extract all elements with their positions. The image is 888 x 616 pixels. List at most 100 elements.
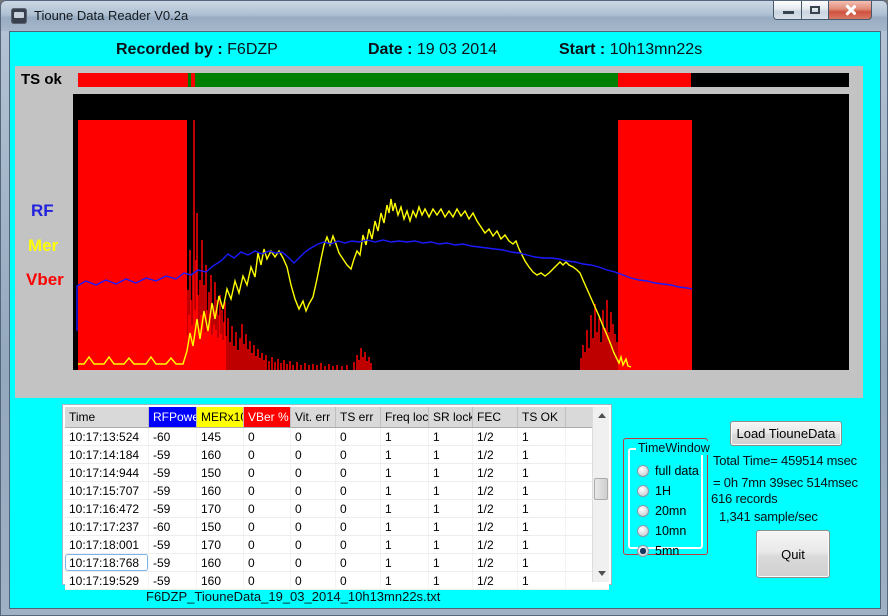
table-cell[interactable]: 1 <box>429 482 473 499</box>
table-cell[interactable]: 0 <box>291 464 336 481</box>
table-cell[interactable]: 10:17:19:529 <box>65 572 149 589</box>
table-cell[interactable]: 1 <box>518 464 566 481</box>
scroll-down-button[interactable] <box>593 565 610 582</box>
close-button[interactable] <box>829 1 872 20</box>
timewindow-option-5mn[interactable]: 5mn <box>637 541 679 561</box>
table-cell[interactable]: 145 <box>197 428 244 445</box>
table-cell[interactable]: 10:17:15:707 <box>65 482 149 499</box>
table-cell[interactable]: 0 <box>291 446 336 463</box>
table-cell[interactable]: -59 <box>149 500 197 517</box>
radio-icon[interactable] <box>637 465 649 477</box>
table-cell[interactable]: 1 <box>518 536 566 553</box>
minimize-button[interactable] <box>773 1 802 20</box>
table-row[interactable]: 10:17:19:529-59160000111/21 <box>65 572 609 590</box>
table-cell[interactable]: -59 <box>149 464 197 481</box>
table-cell[interactable]: 0 <box>244 446 291 463</box>
table-cell[interactable]: 1 <box>518 554 566 571</box>
table-cell[interactable]: 1 <box>381 500 429 517</box>
table-cell[interactable]: 1 <box>518 482 566 499</box>
table-cell[interactable]: 0 <box>336 554 381 571</box>
timewindow-option-full-data[interactable]: full data <box>637 461 699 481</box>
table-cell[interactable]: 1 <box>381 536 429 553</box>
table-cell[interactable]: -59 <box>149 446 197 463</box>
table-cell[interactable]: 1/2 <box>473 536 518 553</box>
table-cell[interactable]: 1 <box>381 446 429 463</box>
table-cell[interactable]: 1 <box>518 428 566 445</box>
quit-button[interactable]: Quit <box>756 530 830 578</box>
table-cell[interactable]: 1 <box>429 572 473 589</box>
table-scrollbar[interactable] <box>592 407 609 582</box>
table-cell[interactable]: 0 <box>291 428 336 445</box>
timewindow-option-1h[interactable]: 1H <box>637 481 671 501</box>
table-cell[interactable]: 0 <box>244 464 291 481</box>
table-row[interactable]: 10:17:18:001-59170000111/21 <box>65 536 609 554</box>
table-cell[interactable]: 150 <box>197 464 244 481</box>
table-cell[interactable]: 0 <box>336 518 381 535</box>
table-cell[interactable]: 1 <box>429 428 473 445</box>
radio-icon[interactable] <box>637 505 649 517</box>
table-cell[interactable]: 1/2 <box>473 554 518 571</box>
table-cell[interactable]: 0 <box>336 500 381 517</box>
load-tiounedata-button[interactable]: Load TiouneData <box>730 421 842 446</box>
table-cell[interactable]: 1 <box>381 428 429 445</box>
timewindow-option-20mn[interactable]: 20mn <box>637 501 686 521</box>
table-cell[interactable]: 10:17:18:768 <box>65 554 149 571</box>
table-cell[interactable]: 1 <box>381 482 429 499</box>
table-cell[interactable]: 1 <box>429 518 473 535</box>
table-cell[interactable]: 160 <box>197 482 244 499</box>
table-cell[interactable]: 1 <box>518 500 566 517</box>
table-row[interactable]: 10:17:14:184-59160000111/21 <box>65 446 609 464</box>
table-cell[interactable]: 0 <box>244 518 291 535</box>
table-cell[interactable]: 0 <box>244 554 291 571</box>
table-cell[interactable]: 10:17:16:472 <box>65 500 149 517</box>
table-cell[interactable]: 1 <box>381 518 429 535</box>
table-cell[interactable]: 1 <box>429 536 473 553</box>
table-cell[interactable]: 10:17:17:237 <box>65 518 149 535</box>
table-cell[interactable]: 10:17:18:001 <box>65 536 149 553</box>
table-cell[interactable]: 170 <box>197 500 244 517</box>
table-cell[interactable]: 0 <box>291 554 336 571</box>
radio-icon[interactable] <box>637 525 649 537</box>
table-cell[interactable]: 0 <box>336 482 381 499</box>
table-cell[interactable]: 1 <box>518 518 566 535</box>
table-cell[interactable]: 1 <box>429 464 473 481</box>
table-cell[interactable]: 1/2 <box>473 482 518 499</box>
table-cell[interactable]: 0 <box>244 572 291 589</box>
table-cell[interactable]: 0 <box>336 428 381 445</box>
scrollbar-thumb[interactable] <box>594 478 608 500</box>
table-cell[interactable]: 160 <box>197 446 244 463</box>
table-row[interactable]: 10:17:13:524-60145000111/21 <box>65 428 609 446</box>
table-cell[interactable]: 0 <box>336 464 381 481</box>
table-cell[interactable]: 0 <box>244 482 291 499</box>
table-cell[interactable]: 1 <box>518 572 566 589</box>
table-cell[interactable]: -60 <box>149 518 197 535</box>
table-cell[interactable]: 1 <box>518 446 566 463</box>
table-cell[interactable]: 0 <box>336 446 381 463</box>
table-cell[interactable]: 1 <box>429 446 473 463</box>
table-cell[interactable]: -60 <box>149 428 197 445</box>
table-cell[interactable]: 0 <box>244 500 291 517</box>
table-cell[interactable]: 160 <box>197 554 244 571</box>
table-cell[interactable]: 170 <box>197 536 244 553</box>
title-bar[interactable]: Tioune Data Reader V0.2a <box>1 1 887 31</box>
table-cell[interactable]: 0 <box>291 536 336 553</box>
table-cell[interactable]: 1/2 <box>473 518 518 535</box>
table-cell[interactable]: 1 <box>381 554 429 571</box>
table-cell[interactable]: 0 <box>291 572 336 589</box>
table-cell[interactable]: 0 <box>336 536 381 553</box>
table-cell[interactable]: 0 <box>244 536 291 553</box>
maximize-button[interactable] <box>802 1 829 20</box>
table-cell[interactable]: 1/2 <box>473 428 518 445</box>
table-cell[interactable]: 0 <box>291 482 336 499</box>
table-cell[interactable]: 10:17:14:944 <box>65 464 149 481</box>
table-cell[interactable]: 150 <box>197 518 244 535</box>
table-row[interactable]: 10:17:16:472-59170000111/21 <box>65 500 609 518</box>
table-cell[interactable]: 0 <box>291 500 336 517</box>
table-cell[interactable]: 10:17:13:524 <box>65 428 149 445</box>
table-cell[interactable]: 1/2 <box>473 446 518 463</box>
table-cell[interactable]: 1 <box>381 464 429 481</box>
table-row[interactable]: 10:17:15:707-59160000111/21 <box>65 482 609 500</box>
table-row[interactable]: 10:17:17:237-60150000111/21 <box>65 518 609 536</box>
radio-icon[interactable] <box>637 485 649 497</box>
table-cell[interactable]: 1/2 <box>473 572 518 589</box>
